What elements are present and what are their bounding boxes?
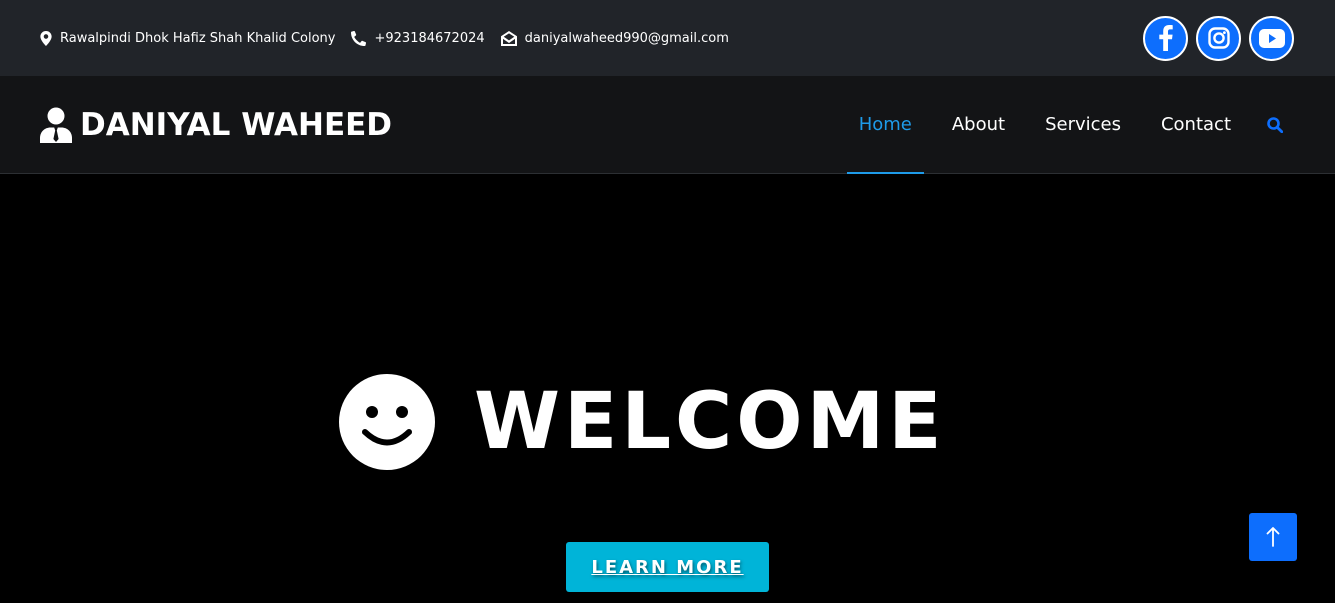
learn-more-button[interactable]: LEARN MORE xyxy=(566,542,769,592)
phone-icon xyxy=(351,30,367,46)
hero-section: WELCOME LEARN MORE xyxy=(0,175,1335,603)
user-tie-icon xyxy=(40,107,72,143)
search-button[interactable] xyxy=(1251,76,1295,174)
phone-text: +923184672024 xyxy=(374,30,485,46)
top-bar: Rawalpindi Dhok Hafiz Shah Khalid Colony… xyxy=(0,0,1335,76)
email-text: daniyalwaheed990@gmail.com xyxy=(524,30,729,46)
nav-about[interactable]: About xyxy=(932,76,1025,174)
address-item: Rawalpindi Dhok Hafiz Shah Khalid Colony xyxy=(40,30,336,46)
smile-icon xyxy=(339,374,435,470)
nav-services[interactable]: Services xyxy=(1025,76,1141,174)
instagram-icon xyxy=(1207,27,1230,49)
youtube-link[interactable] xyxy=(1249,15,1294,61)
search-icon xyxy=(1267,116,1283,133)
hero-heading: WELCOME xyxy=(338,373,945,471)
main-navbar: DANIYAL WAHEED Home About Services Conta… xyxy=(0,76,1335,174)
brand-logo[interactable]: DANIYAL WAHEED xyxy=(40,107,392,143)
envelope-open-icon xyxy=(500,30,517,46)
email-item[interactable]: daniyalwaheed990@gmail.com xyxy=(500,30,729,46)
nav-contact[interactable]: Contact xyxy=(1141,76,1251,174)
instagram-link[interactable] xyxy=(1196,15,1241,61)
back-to-top-button[interactable] xyxy=(1249,513,1297,561)
facebook-link[interactable] xyxy=(1143,15,1188,61)
arrow-up-icon xyxy=(1266,527,1280,547)
nav-menu: Home About Services Contact xyxy=(839,76,1295,174)
youtube-icon xyxy=(1258,28,1285,48)
map-pin-icon xyxy=(40,30,52,46)
social-links xyxy=(1135,15,1294,61)
address-text: Rawalpindi Dhok Hafiz Shah Khalid Colony xyxy=(60,30,336,46)
hero-title: WELCOME xyxy=(474,377,946,467)
nav-home[interactable]: Home xyxy=(839,76,932,174)
facebook-icon xyxy=(1158,25,1173,51)
brand-name: DANIYAL WAHEED xyxy=(80,106,393,143)
contact-info: Rawalpindi Dhok Hafiz Shah Khalid Colony… xyxy=(40,30,745,46)
phone-item[interactable]: +923184672024 xyxy=(351,30,485,46)
